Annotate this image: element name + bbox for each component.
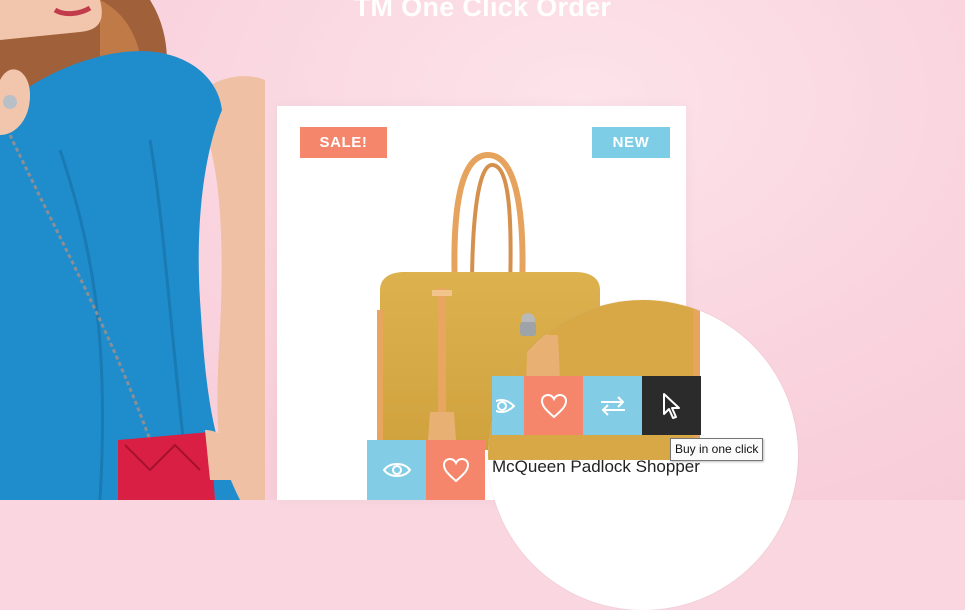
eye-icon: [382, 463, 411, 477]
model-photo: [0, 0, 265, 500]
heart-icon: [540, 393, 567, 418]
wishlist-button-zoomed[interactable]: [524, 376, 583, 435]
heart-icon: [442, 457, 469, 483]
buy-in-one-click-button[interactable]: [642, 376, 701, 435]
quick-view-button[interactable]: [367, 440, 426, 500]
wishlist-button[interactable]: [426, 440, 485, 500]
swap-arrows-icon: [600, 395, 625, 416]
product-name[interactable]: McQueen Padlock Shopper: [492, 457, 700, 477]
cursor-icon: [662, 392, 680, 419]
compare-button-zoomed[interactable]: [583, 376, 642, 435]
quick-view-button-zoomed[interactable]: [492, 376, 524, 435]
eye-icon: [496, 398, 516, 413]
buy-in-one-click-tooltip: Buy in one click: [670, 438, 764, 461]
